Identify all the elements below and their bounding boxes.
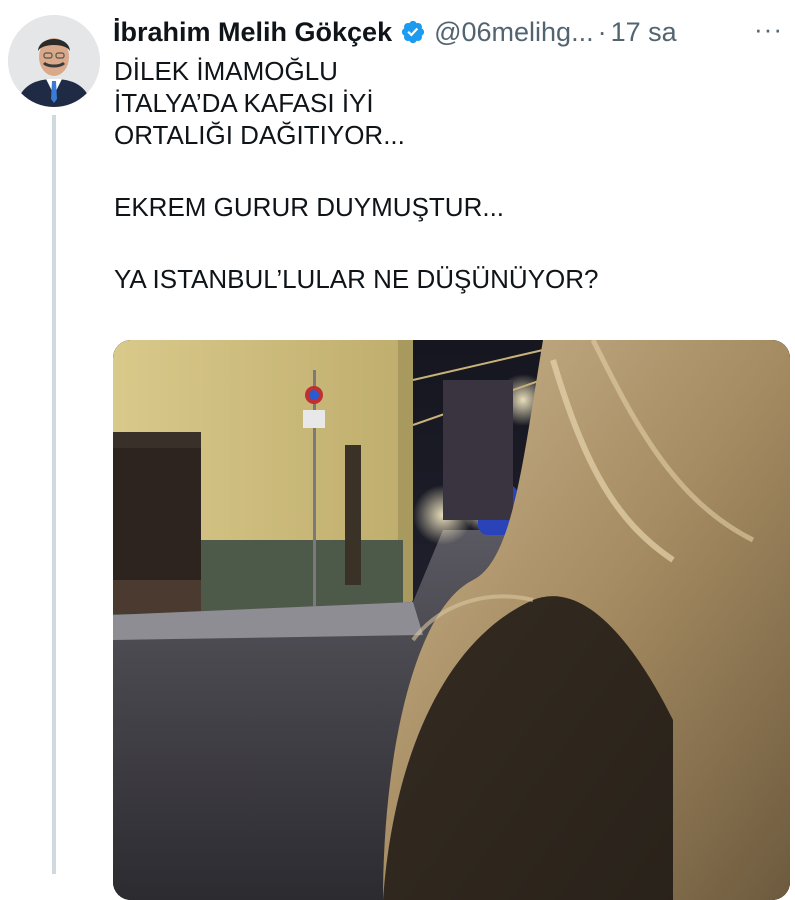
author-handle[interactable]: @06melihg... [434, 17, 593, 48]
video-frame-image [113, 340, 790, 900]
tweet-line: DİLEK İMAMOĞLU [114, 56, 338, 86]
author-name[interactable]: İbrahim Melih Gökçek [113, 17, 392, 48]
more-options-icon[interactable]: ··· [754, 14, 783, 45]
tweet-video[interactable] [113, 340, 790, 900]
tweet-line: EKREM GURUR DUYMUŞTUR... [114, 192, 505, 222]
tweet-header: İbrahim Melih Gökçek @06melihg... · 17 s… [113, 12, 795, 52]
tweet-line: ORTALIĞI DAĞITIYOR... [114, 120, 405, 150]
tweet-line: İTALYA’DA KAFASI İYİ [114, 88, 374, 118]
verified-badge-icon [401, 20, 425, 44]
tweet-line: YA ISTANBUL’LULAR NE DÜŞÜNÜYOR? [114, 264, 599, 294]
separator-dot: · [597, 16, 607, 47]
avatar[interactable] [8, 15, 100, 107]
tweet-text: DİLEK İMAMOĞLU İTALYA’DA KAFASI İYİ ORTA… [114, 55, 774, 295]
thread-line [52, 115, 56, 874]
timestamp[interactable]: 17 sa [611, 17, 677, 48]
avatar-image [8, 15, 100, 107]
